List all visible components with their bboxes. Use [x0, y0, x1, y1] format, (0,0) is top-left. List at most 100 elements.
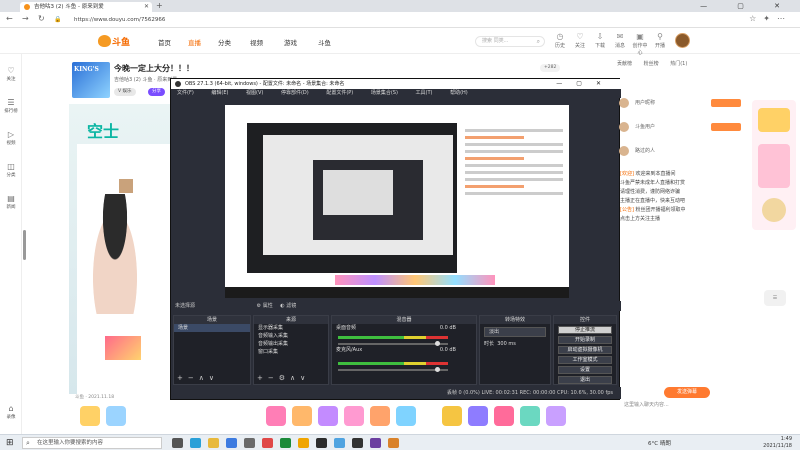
nav-item-live[interactable]: 直播: [188, 37, 201, 47]
gift-item[interactable]: [318, 406, 338, 426]
category-tag[interactable]: V 娱乐: [114, 88, 136, 96]
settings-button[interactable]: 设置: [558, 366, 612, 374]
browser-tab[interactable]: 吉他咕3 (2) 斗鱼 - 原来到爱 ✕: [20, 2, 152, 12]
duration-row[interactable]: 时长 300 ms: [480, 340, 550, 348]
gift-item[interactable]: [396, 406, 416, 426]
exit-button[interactable]: 退出: [558, 376, 612, 384]
gift-item[interactable]: [344, 406, 364, 426]
nav-item-category[interactable]: 分类: [218, 37, 231, 47]
chat-input[interactable]: 这里输入聊天内容...: [620, 400, 746, 410]
follow-count[interactable]: +282: [540, 64, 561, 72]
header-history[interactable]: ◷ 历史: [552, 32, 568, 49]
transition-select[interactable]: 淡出: [484, 327, 546, 337]
gift-item[interactable]: [442, 406, 462, 426]
refresh-icon[interactable]: ↻: [38, 14, 45, 23]
studio-mode-button[interactable]: 工作室模式: [558, 356, 612, 364]
stream-video[interactable]: 空士: [69, 104, 173, 394]
gift-item[interactable]: [292, 406, 312, 426]
app-icon[interactable]: [370, 438, 381, 448]
rank-item[interactable]: 路过的人: [617, 144, 747, 158]
header-creator[interactable]: ▣ 创作中心: [632, 32, 648, 56]
search-input[interactable]: 搜索 同类... ⌕: [475, 36, 545, 47]
browser-toolbar-icons[interactable]: ☆✦⋯: [749, 14, 792, 23]
promo-banner[interactable]: [758, 144, 790, 188]
sidebar-item-record[interactable]: ⌂ 录像: [0, 404, 22, 420]
taskbar-search[interactable]: ⌕ 在这里输入你要搜索的内容: [22, 437, 162, 449]
side-tool-button[interactable]: ☰: [764, 290, 786, 306]
promo-banner[interactable]: [758, 108, 790, 132]
gift-item[interactable]: [546, 406, 566, 426]
side-promo[interactable]: [752, 100, 796, 230]
menu-tools[interactable]: 工具(T): [416, 90, 433, 96]
source-item[interactable]: 窗口采集: [254, 348, 328, 356]
file-explorer-icon[interactable]: [208, 438, 219, 448]
streamer-avatar[interactable]: KING'S: [72, 62, 110, 98]
scene-tools[interactable]: +−∧∨: [177, 374, 219, 382]
header-message[interactable]: ✉ 消息: [612, 32, 628, 49]
edge-icon[interactable]: [190, 438, 201, 448]
gift-item[interactable]: [468, 406, 488, 426]
user-avatar[interactable]: [675, 33, 690, 48]
weather-widget[interactable]: 6°C 晴朗: [648, 439, 671, 447]
source-item[interactable]: 音频输入采集: [254, 332, 328, 340]
obs-titlebar[interactable]: OBS 27.1.3 (64-bit, windows) - 配置文件: 未命名…: [171, 79, 621, 89]
start-recording-button[interactable]: 开始录制: [558, 336, 612, 344]
app-icon[interactable]: [334, 438, 345, 448]
sidebar-item-video[interactable]: ▷ 视频: [0, 130, 22, 146]
nav-item-game[interactable]: 游戏: [284, 37, 297, 47]
source-item[interactable]: 音频输出采集: [254, 340, 328, 348]
app-icon[interactable]: [352, 438, 363, 448]
properties-button[interactable]: ⚙ 属性: [257, 303, 273, 309]
tab-contribution[interactable]: 贡献榜: [617, 61, 632, 67]
header-follow[interactable]: ♡ 关注: [572, 32, 588, 49]
gift-item[interactable]: [266, 406, 286, 426]
obs-taskbar-icon[interactable]: [316, 438, 327, 448]
menu-docks[interactable]: 停靠部件(D): [281, 90, 309, 96]
filters-button[interactable]: ◐ 滤镜: [280, 303, 296, 309]
sidebar-item-rank[interactable]: ☰ 排行榜: [0, 98, 22, 114]
search-icon[interactable]: ⌕: [537, 37, 540, 46]
url-field[interactable]: https://www.douyu.com/7562966: [66, 15, 726, 26]
header-download[interactable]: ⇩ 下载: [592, 32, 608, 49]
app-icon[interactable]: [244, 438, 255, 448]
windows-start-icon[interactable]: ⊞: [6, 438, 14, 448]
virtual-camera-button[interactable]: 启动虚拟摄像机: [558, 346, 612, 354]
clock[interactable]: 1:49 2021/11/18: [763, 436, 792, 450]
header-live[interactable]: ⚲ 开播: [652, 32, 668, 49]
volume-slider[interactable]: [338, 367, 448, 372]
gift-item[interactable]: [80, 406, 100, 426]
nav-item-video[interactable]: 视频: [250, 37, 263, 47]
source-tools[interactable]: +−⚙∧∨: [257, 374, 310, 382]
gift-item[interactable]: [106, 406, 126, 426]
nav-item-home[interactable]: 首页: [158, 37, 171, 47]
gift-item[interactable]: [370, 406, 390, 426]
volume-slider[interactable]: [338, 341, 448, 346]
source-item[interactable]: 显示器采集: [254, 324, 328, 332]
menu-file[interactable]: 文件(F): [177, 90, 194, 96]
menu-profile[interactable]: 配置文件(P): [326, 90, 353, 96]
rank-item[interactable]: 斗鱼用户: [617, 120, 747, 134]
menu-scene-collection[interactable]: 场景集合(S): [371, 90, 398, 96]
obs-window-controls[interactable]: —▢✕: [556, 79, 615, 89]
gift-item[interactable]: [520, 406, 540, 426]
scene-item[interactable]: 场景: [174, 324, 250, 332]
app-icon[interactable]: [298, 438, 309, 448]
sidebar-item-category[interactable]: ◫ 分类: [0, 162, 22, 178]
tab-fans[interactable]: 粉丝榜: [644, 61, 659, 67]
douyu-logo[interactable]: 斗鱼: [98, 34, 134, 48]
send-button[interactable]: 发送弹幕: [664, 387, 710, 398]
forward-icon[interactable]: →: [22, 14, 29, 23]
promo-badge[interactable]: [762, 198, 786, 222]
sidebar-item-follow[interactable]: ♡ 关注: [0, 66, 22, 82]
window-controls[interactable]: — ▢ ✕: [700, 0, 794, 12]
sidebar-item-news[interactable]: ▤ 新闻: [0, 194, 22, 210]
scroll-handle[interactable]: [23, 230, 26, 260]
menu-edit[interactable]: 编辑(E): [211, 90, 228, 96]
tab-hot[interactable]: 热门(1): [670, 61, 687, 67]
gift-item[interactable]: [494, 406, 514, 426]
nav-item-more[interactable]: 斗鱼: [318, 37, 331, 47]
new-tab-icon[interactable]: +: [156, 1, 163, 10]
menu-view[interactable]: 视图(V): [246, 90, 263, 96]
stop-streaming-button[interactable]: 停止推流: [558, 326, 612, 334]
close-tab-icon[interactable]: ✕: [144, 2, 149, 12]
